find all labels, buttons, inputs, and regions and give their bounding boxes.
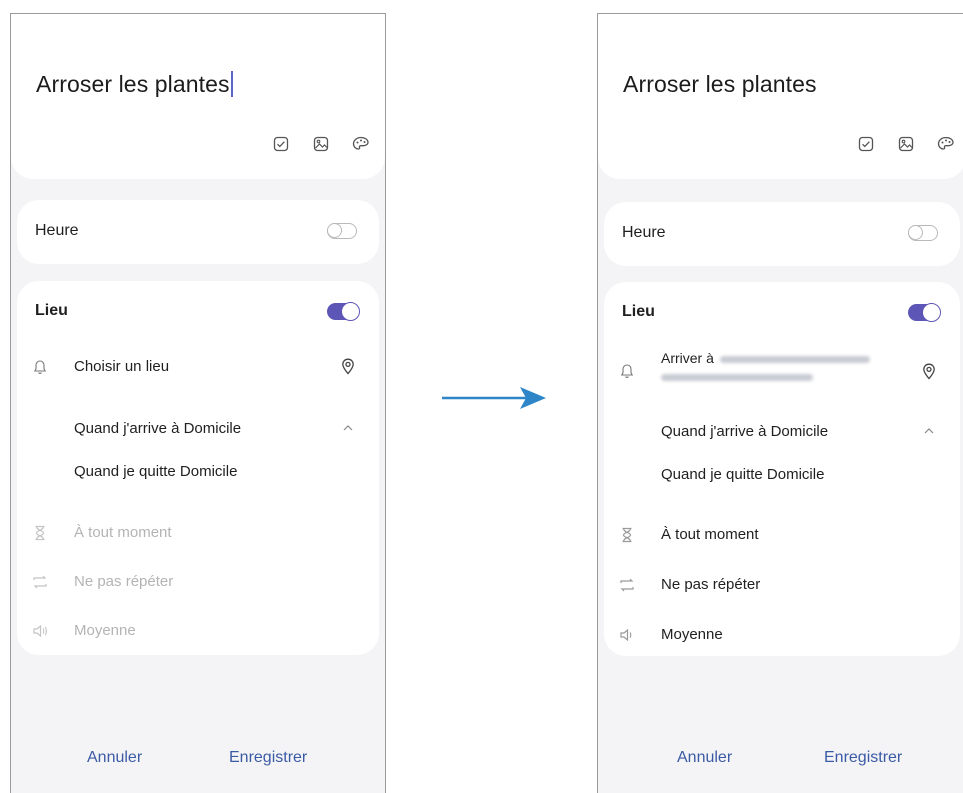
time-toggle[interactable]	[327, 223, 357, 239]
arrive-option-text: Quand j'arrive à Domicile	[661, 423, 829, 440]
choose-location-text: Choisir un lieu	[74, 358, 170, 375]
reminder-title-input[interactable]: Arroser les plantes	[36, 71, 233, 98]
leave-option-text: Quand je quitte Domicile	[661, 466, 825, 483]
cancel-button[interactable]: Annuler	[677, 749, 732, 767]
leave-option-text: Quand je quitte Domicile	[74, 463, 238, 480]
location-label: Lieu	[622, 303, 655, 320]
time-row[interactable]: À tout moment	[604, 520, 960, 550]
time-card: Heure	[17, 200, 379, 264]
location-pin-icon[interactable]	[339, 357, 357, 375]
reminder-title-text: Arroser les plantes	[623, 71, 817, 97]
checkbox-icon[interactable]	[856, 134, 876, 154]
hourglass-icon	[31, 524, 49, 542]
time-label: Heure	[35, 222, 79, 239]
arrive-option[interactable]: Quand j'arrive à Domicile	[604, 417, 960, 447]
location-card: Lieu Choisir un lieu Quand j'arrive à Do…	[17, 281, 379, 655]
checkbox-icon[interactable]	[271, 134, 291, 154]
volume-icon	[31, 622, 49, 640]
save-button[interactable]: Enregistrer	[229, 749, 307, 767]
time-row[interactable]: À tout moment	[17, 518, 379, 548]
repeat-row[interactable]: Ne pas répéter	[604, 570, 960, 600]
right-arrow-icon	[442, 387, 546, 409]
priority-row[interactable]: Moyenne	[604, 620, 960, 650]
arrive-at-line: Arriver à	[661, 350, 870, 366]
arrive-option-text: Quand j'arrive à Domicile	[74, 420, 242, 437]
palette-icon[interactable]	[351, 134, 371, 154]
image-icon[interactable]	[311, 134, 331, 154]
location-toggle[interactable]	[908, 303, 941, 322]
text-caret	[230, 71, 233, 97]
reminder-title-input[interactable]: Arroser les plantes	[623, 71, 817, 98]
priority-row[interactable]: Moyenne	[17, 616, 379, 646]
leave-option[interactable]: Quand je quitte Domicile	[17, 457, 379, 487]
leave-option[interactable]: Quand je quitte Domicile	[604, 460, 960, 490]
hourglass-icon	[618, 526, 636, 544]
cancel-button[interactable]: Annuler	[87, 749, 142, 767]
volume-icon	[618, 626, 636, 644]
time-row-text: À tout moment	[74, 524, 172, 541]
location-label: Lieu	[35, 302, 68, 319]
repeat-row-text: Ne pas répéter	[661, 576, 761, 593]
chevron-up-icon[interactable]	[920, 422, 938, 440]
repeat-icon	[31, 573, 49, 591]
arrive-option[interactable]: Quand j'arrive à Domicile	[17, 414, 379, 444]
bell-icon	[618, 362, 636, 380]
save-button[interactable]: Enregistrer	[824, 749, 902, 767]
title-toolbar	[856, 134, 956, 154]
location-card: Lieu Arriver à Quand j'arrive à Domicile…	[604, 282, 960, 656]
image-icon[interactable]	[896, 134, 916, 154]
repeat-row-text: Ne pas répéter	[74, 573, 174, 590]
priority-row-text: Moyenne	[661, 626, 723, 643]
time-card: Heure	[604, 202, 960, 266]
blurred-address-line-2	[661, 374, 813, 381]
location-pin-icon[interactable]	[920, 362, 938, 380]
repeat-row[interactable]: Ne pas répéter	[17, 567, 379, 597]
priority-row-text: Moyenne	[74, 622, 136, 639]
reminder-editor-after: Arroser les plantes Heure Lieu Arriver à…	[597, 13, 963, 793]
title-card: Arroser les plantes	[11, 14, 385, 179]
title-toolbar	[271, 134, 371, 154]
repeat-icon	[618, 576, 636, 594]
reminder-title-text: Arroser les plantes	[36, 71, 230, 97]
arrive-at-row[interactable]: Arriver à	[604, 350, 960, 394]
bell-icon	[31, 358, 49, 376]
chevron-up-icon[interactable]	[339, 419, 357, 437]
time-toggle[interactable]	[908, 225, 938, 241]
title-card: Arroser les plantes	[598, 14, 963, 179]
choose-location-row[interactable]: Choisir un lieu	[17, 352, 379, 382]
blurred-address-line-1	[719, 355, 870, 363]
arrive-at-text: Arriver à	[661, 350, 714, 366]
reminder-editor-before: Arroser les plantes Heure Lieu Choisir u…	[10, 13, 386, 793]
palette-icon[interactable]	[936, 134, 956, 154]
location-toggle[interactable]	[327, 302, 360, 321]
time-label: Heure	[622, 224, 666, 241]
time-row-text: À tout moment	[661, 526, 759, 543]
